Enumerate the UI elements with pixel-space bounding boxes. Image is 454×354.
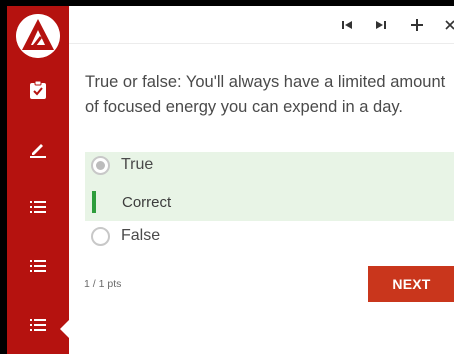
add-button[interactable] <box>406 14 428 36</box>
sidebar-item-list-3[interactable] <box>26 313 50 337</box>
sidebar-item-edit[interactable] <box>26 137 50 161</box>
list-icon <box>30 201 46 213</box>
toolbar <box>69 6 454 44</box>
correct-indicator-bar <box>92 191 96 213</box>
triangle-logo-icon <box>16 14 60 58</box>
app-frame: True or false: You'll always have a limi… <box>0 0 454 354</box>
active-item-pointer <box>60 320 69 338</box>
next-skip-button[interactable] <box>370 14 392 36</box>
sidebar-item-list-2[interactable] <box>26 254 50 278</box>
score-text: 1 / 1 pts <box>84 278 122 290</box>
radio-true[interactable] <box>91 155 110 175</box>
quiz-panel: True or false: You'll always have a limi… <box>69 6 454 354</box>
app-logo[interactable] <box>16 14 60 58</box>
next-button[interactable]: NEXT <box>368 266 454 302</box>
skip-next-icon <box>376 21 386 29</box>
question-text: True or false: You'll always have a limi… <box>85 73 446 116</box>
pencil-icon <box>30 144 46 158</box>
close-button[interactable] <box>439 14 454 36</box>
option-label: True <box>121 156 154 173</box>
skip-previous-icon <box>342 21 352 29</box>
list-icon <box>30 260 46 272</box>
sidebar-item-list-1[interactable] <box>26 195 50 219</box>
plus-icon <box>411 19 423 31</box>
sidebar-item-assignments[interactable] <box>26 78 50 102</box>
close-icon <box>445 20 454 30</box>
previous-button[interactable] <box>336 14 358 36</box>
option-label: False <box>121 227 161 244</box>
answer-feedback: Correct <box>92 190 171 214</box>
option-false[interactable]: False <box>85 224 454 248</box>
sidebar <box>7 6 69 354</box>
radio-false[interactable] <box>91 226 110 246</box>
list-icon <box>30 319 46 331</box>
clipboard-check-icon <box>30 80 46 99</box>
feedback-text: Correct <box>122 193 172 211</box>
option-true[interactable]: True <box>85 153 454 177</box>
